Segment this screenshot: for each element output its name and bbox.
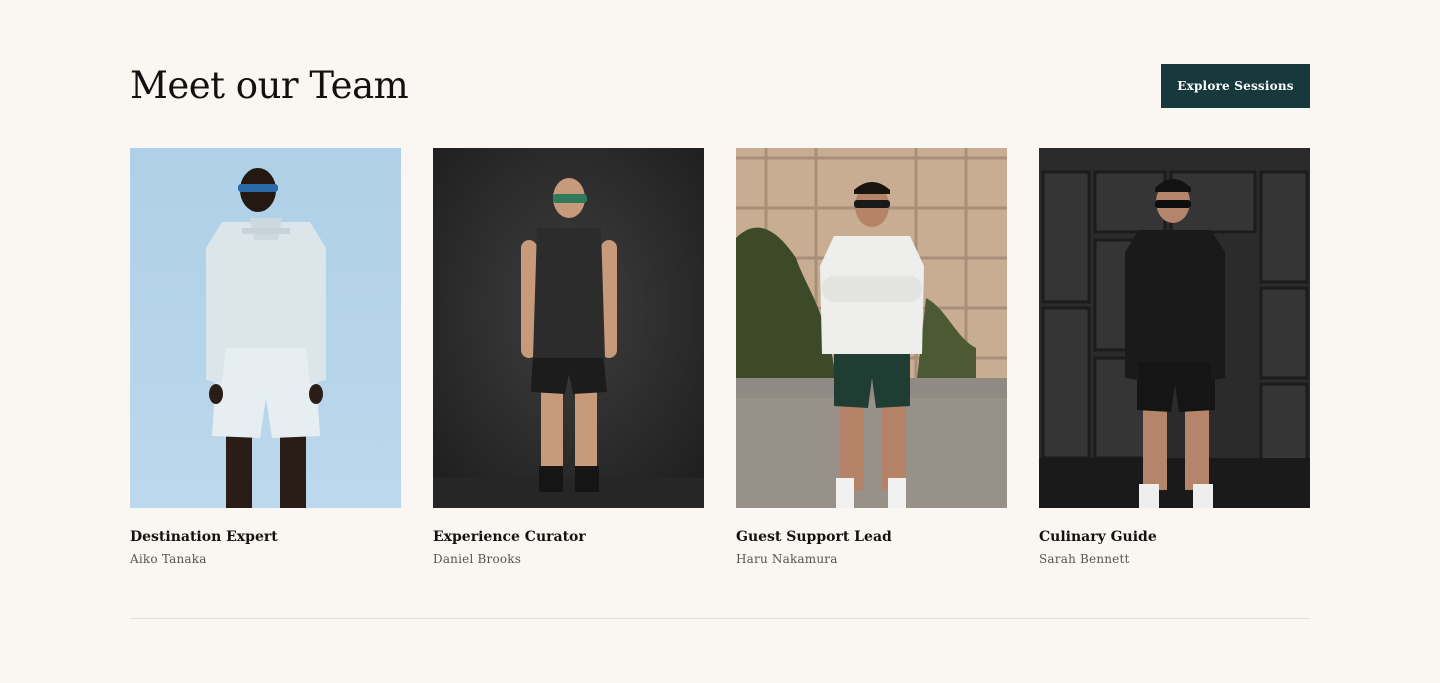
athlete-metal-wall-photo (1039, 148, 1310, 508)
team-header: Meet our Team Explore Sessions (130, 64, 1310, 108)
team-member-name: Daniel Brooks (433, 552, 522, 566)
team-card[interactable]: Destination Expert Aiko Tanaka (130, 148, 401, 567)
team-grid: Destination Expert Aiko Tanaka Experienc… (130, 148, 1310, 567)
team-member-role: Destination Expert (130, 529, 278, 545)
team-member-photo[interactable] (433, 148, 704, 508)
team-member-role: Culinary Guide (1039, 529, 1157, 545)
team-card[interactable]: Guest Support Lead Haru Nakamura (736, 148, 1007, 567)
team-member-role: Experience Curator (433, 529, 586, 545)
team-member-photo[interactable] (736, 148, 1007, 508)
page-title: Meet our Team (130, 64, 409, 107)
team-card[interactable]: Experience Curator Daniel Brooks (433, 148, 704, 567)
team-member-name: Sarah Bennett (1039, 552, 1130, 566)
athlete-ivy-wall-photo (736, 148, 1007, 508)
team-section: Meet our Team Explore Sessions Destinati… (130, 0, 1310, 683)
section-divider (130, 618, 1310, 619)
team-card[interactable]: Culinary Guide Sarah Bennett (1039, 148, 1310, 567)
team-member-photo[interactable] (130, 148, 401, 508)
explore-sessions-button[interactable]: Explore Sessions (1161, 64, 1310, 108)
team-member-name: Aiko Tanaka (130, 552, 207, 566)
athlete-black-tank-photo (433, 148, 704, 508)
team-member-name: Haru Nakamura (736, 552, 838, 566)
athlete-white-outfit-photo (130, 148, 401, 508)
team-member-photo[interactable] (1039, 148, 1310, 508)
team-member-role: Guest Support Lead (736, 529, 892, 545)
